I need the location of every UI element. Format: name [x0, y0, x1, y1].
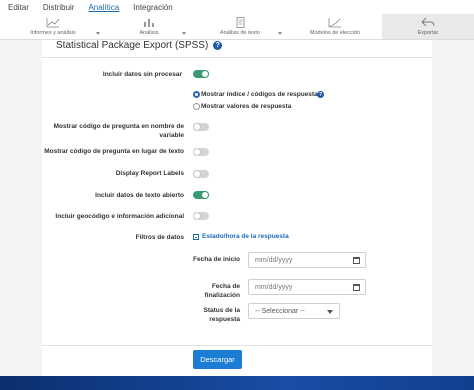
geocode-label: Incluir geocódigo e información adiciona…	[55, 213, 184, 220]
toolbar-informes[interactable]: Informes y análisis	[0, 14, 106, 39]
toolbar-label: Informes y análisis	[30, 30, 76, 36]
filter-status-time-link[interactable]: Estado/hora de la respuesta	[193, 233, 289, 240]
filter-link-text: Estado/hora de la respuesta	[202, 233, 289, 240]
analytics-toolbar: Informes y análisis Análisis Análisis de…	[0, 14, 474, 40]
status-select-value: -- Seleccionar --	[255, 307, 305, 315]
divider	[42, 57, 432, 58]
radio-show-codes-label: Mostrar índice / códigos de respuesta	[201, 91, 318, 98]
menu-integracion[interactable]: Integración	[133, 3, 173, 12]
menu-distribuir[interactable]: Distribuir	[43, 3, 75, 12]
end-date-label: Fecha de finalización	[204, 283, 240, 299]
line-chart-icon	[46, 18, 60, 28]
toolbar-exportar[interactable]: Exportar	[382, 14, 474, 39]
chevron-down-icon	[278, 32, 282, 35]
radio-show-values-label: Mostrar valores de respuesta	[201, 103, 292, 110]
geocode-toggle[interactable]	[193, 212, 209, 220]
back-arrow-icon	[421, 17, 435, 27]
report-labels-toggle[interactable]	[193, 170, 209, 178]
download-button[interactable]: Descargar	[193, 350, 242, 369]
page-title-text: Statistical Package Export (SPSS)	[56, 40, 209, 51]
report-labels-label: Display Report Labels	[115, 170, 184, 177]
calendar-icon[interactable]	[353, 284, 360, 291]
bar-chart-icon	[144, 19, 154, 27]
radio-show-values[interactable]	[193, 103, 200, 110]
curve-chart-icon	[328, 18, 341, 28]
question-code-text-label: Mostrar código de pregunta en lugar de t…	[44, 148, 184, 155]
toolbar-label: Modelos de elección	[309, 30, 361, 36]
toolbar-label: Análisis	[139, 30, 159, 36]
help-icon[interactable]: ?	[317, 91, 324, 98]
menu-editar[interactable]: Editar	[8, 3, 29, 12]
question-code-var-label: Mostrar código de pregunta en nombre de …	[53, 123, 184, 139]
start-date-input[interactable]: mm/dd/yyyy	[248, 252, 366, 268]
open-text-label: Incluir datos de texto abierto	[95, 192, 184, 199]
menu-analitica[interactable]: Analítica	[88, 3, 119, 12]
filters-label: Filtros de datos	[135, 234, 184, 241]
start-date-placeholder: mm/dd/yyyy	[255, 256, 293, 264]
page-title: Statistical Package Export (SPSS) ?	[56, 40, 223, 51]
calendar-icon[interactable]	[353, 257, 360, 264]
collapse-icon	[193, 233, 199, 240]
document-icon	[236, 17, 245, 28]
bottom-banner	[0, 376, 474, 390]
toolbar-analisis-texto[interactable]: Análisis de texto	[192, 14, 288, 39]
include-raw-label: Incluir datos sin procesar	[102, 71, 182, 78]
include-raw-toggle[interactable]	[193, 70, 209, 78]
help-icon[interactable]: ?	[213, 41, 223, 50]
chevron-down-icon	[327, 310, 333, 314]
chevron-down-icon	[182, 32, 186, 35]
question-code-var-toggle[interactable]	[193, 123, 209, 131]
divider	[42, 345, 432, 346]
toolbar-label: Análisis de texto	[219, 30, 261, 36]
toolbar-modelos[interactable]: Modelos de elección	[288, 14, 382, 39]
status-select[interactable]: -- Seleccionar --	[248, 303, 340, 319]
start-date-label: Fecha de inicio	[193, 256, 240, 263]
end-date-input[interactable]: mm/dd/yyyy	[248, 279, 366, 295]
toolbar-label: Exportar	[417, 30, 439, 36]
question-code-text-toggle[interactable]	[193, 148, 209, 156]
status-label: Status de la respuesta	[203, 307, 240, 323]
toolbar-analisis[interactable]: Análisis	[106, 14, 192, 39]
chevron-down-icon	[96, 32, 100, 35]
radio-show-codes[interactable]	[193, 91, 200, 98]
open-text-toggle[interactable]	[193, 191, 209, 199]
top-menu: Editar Distribuir Analítica Integración	[0, 0, 474, 14]
end-date-placeholder: mm/dd/yyyy	[255, 283, 293, 291]
